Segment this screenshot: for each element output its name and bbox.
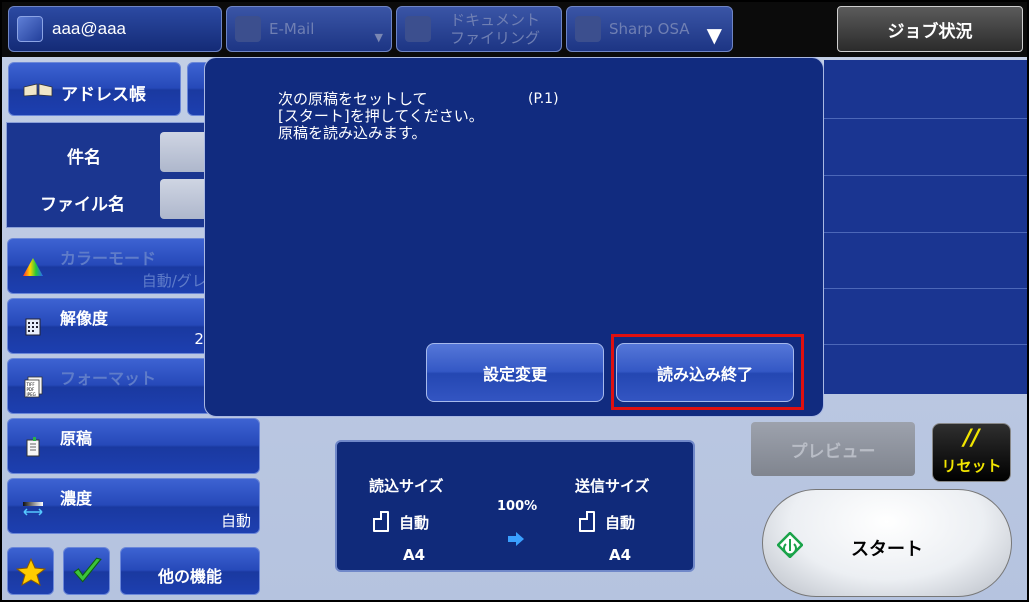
scan-size-value: A4 bbox=[403, 546, 426, 564]
reset-label: リセット bbox=[941, 457, 1002, 475]
exposure-button[interactable]: 濃度 自動 bbox=[7, 478, 260, 534]
send-size-value: A4 bbox=[609, 546, 632, 564]
format-icon: TIFF PDF JPEG bbox=[24, 376, 43, 398]
tab-sharp-osa[interactable]: Sharp OSA ▼ bbox=[566, 6, 733, 52]
list-divider bbox=[824, 118, 1027, 119]
other-functions-label: 他の機能 bbox=[157, 567, 222, 586]
start-label: スタート bbox=[851, 539, 923, 560]
resolution-label: 解像度 bbox=[60, 309, 109, 328]
chevron-down-icon: ▼ bbox=[374, 31, 383, 44]
start-diamond-icon bbox=[777, 532, 803, 558]
scan-prompt-dialog: 次の原稿をセットして [スタート]を押してください。 原稿を読み込みます。 (P… bbox=[204, 57, 824, 417]
start-button[interactable]: スタート bbox=[762, 489, 1012, 597]
tab-email[interactable]: E-Mail ▼ bbox=[226, 6, 392, 52]
page-indicator: (P.1) bbox=[528, 91, 559, 107]
reset-button[interactable]: // リセット bbox=[932, 423, 1011, 482]
other-functions-button[interactable]: 他の機能 bbox=[120, 547, 260, 595]
dialog-message: 次の原稿をセットして [スタート]を押してください。 原稿を読み込みます。 bbox=[278, 90, 484, 142]
tab-scan-user[interactable]: aaa@aaa bbox=[8, 6, 222, 52]
change-settings-button[interactable]: 設定変更 bbox=[426, 343, 604, 402]
list-divider bbox=[824, 232, 1027, 233]
tab-email-label: E-Mail bbox=[269, 20, 315, 38]
chevron-down-icon: ▼ bbox=[706, 23, 722, 47]
user-address: aaa@aaa bbox=[52, 19, 126, 38]
reset-icon: // bbox=[963, 426, 980, 451]
size-panel: 読込サイズ 自動 A4 100% 送信サイズ 自動 A4 bbox=[335, 440, 695, 572]
job-status-button[interactable]: ジョブ状況 bbox=[837, 6, 1023, 52]
scan-mode-icon bbox=[17, 16, 43, 42]
checkmark-icon bbox=[73, 557, 102, 583]
document-filing-icon bbox=[405, 16, 431, 42]
email-icon bbox=[235, 16, 261, 42]
preview-button[interactable]: プレビュー bbox=[751, 422, 915, 476]
tab-sharp-osa-label: Sharp OSA bbox=[609, 20, 690, 38]
tab-document-filing[interactable]: ドキュメント ファイリング bbox=[396, 6, 562, 52]
svg-text:JPEG: JPEG bbox=[26, 392, 36, 397]
send-size-mode: 自動 bbox=[605, 514, 636, 532]
exposure-label: 濃度 bbox=[60, 489, 93, 508]
resolution-icon bbox=[25, 318, 41, 336]
address-book-label: アドレス帳 bbox=[61, 85, 146, 105]
color-mode-icon bbox=[23, 258, 43, 276]
book-icon bbox=[23, 83, 53, 97]
sharp-osa-icon bbox=[575, 16, 601, 42]
filename-label: ファイル名 bbox=[40, 195, 125, 215]
highlight-box bbox=[611, 334, 804, 410]
star-icon bbox=[16, 557, 46, 587]
subject-label: 件名 bbox=[67, 148, 101, 168]
program-button[interactable] bbox=[63, 547, 110, 595]
exposure-icon bbox=[23, 502, 43, 516]
send-size-label: 送信サイズ bbox=[575, 477, 650, 495]
document-icon bbox=[373, 511, 389, 532]
address-book-button[interactable]: アドレス帳 bbox=[8, 62, 181, 116]
destination-list bbox=[824, 60, 1027, 394]
list-divider bbox=[824, 288, 1027, 289]
top-bar: aaa@aaa E-Mail ▼ ドキュメント ファイリング Sharp OSA… bbox=[2, 2, 1027, 57]
format-label: フォーマット bbox=[60, 369, 157, 388]
exposure-value: 自動 bbox=[220, 512, 251, 530]
original-button[interactable]: 原稿 bbox=[7, 418, 260, 474]
ratio-value: 100% bbox=[497, 499, 538, 514]
original-label: 原稿 bbox=[60, 429, 93, 448]
color-mode-label: カラーモード bbox=[60, 249, 157, 268]
list-divider bbox=[824, 344, 1027, 345]
send-fields-panel: 件名 ファイル名 bbox=[6, 122, 220, 228]
original-icon bbox=[26, 437, 40, 457]
tab-document-filing-label: ドキュメント ファイリング bbox=[449, 11, 540, 47]
list-divider bbox=[824, 175, 1027, 176]
copier-screen: aaa@aaa E-Mail ▼ ドキュメント ファイリング Sharp OSA… bbox=[2, 2, 1027, 600]
favorites-button[interactable] bbox=[7, 547, 54, 595]
scan-size-mode: 自動 bbox=[399, 514, 430, 532]
document-icon bbox=[579, 511, 595, 532]
scan-size-label: 読込サイズ bbox=[369, 477, 444, 495]
arrow-right-icon bbox=[508, 532, 524, 546]
